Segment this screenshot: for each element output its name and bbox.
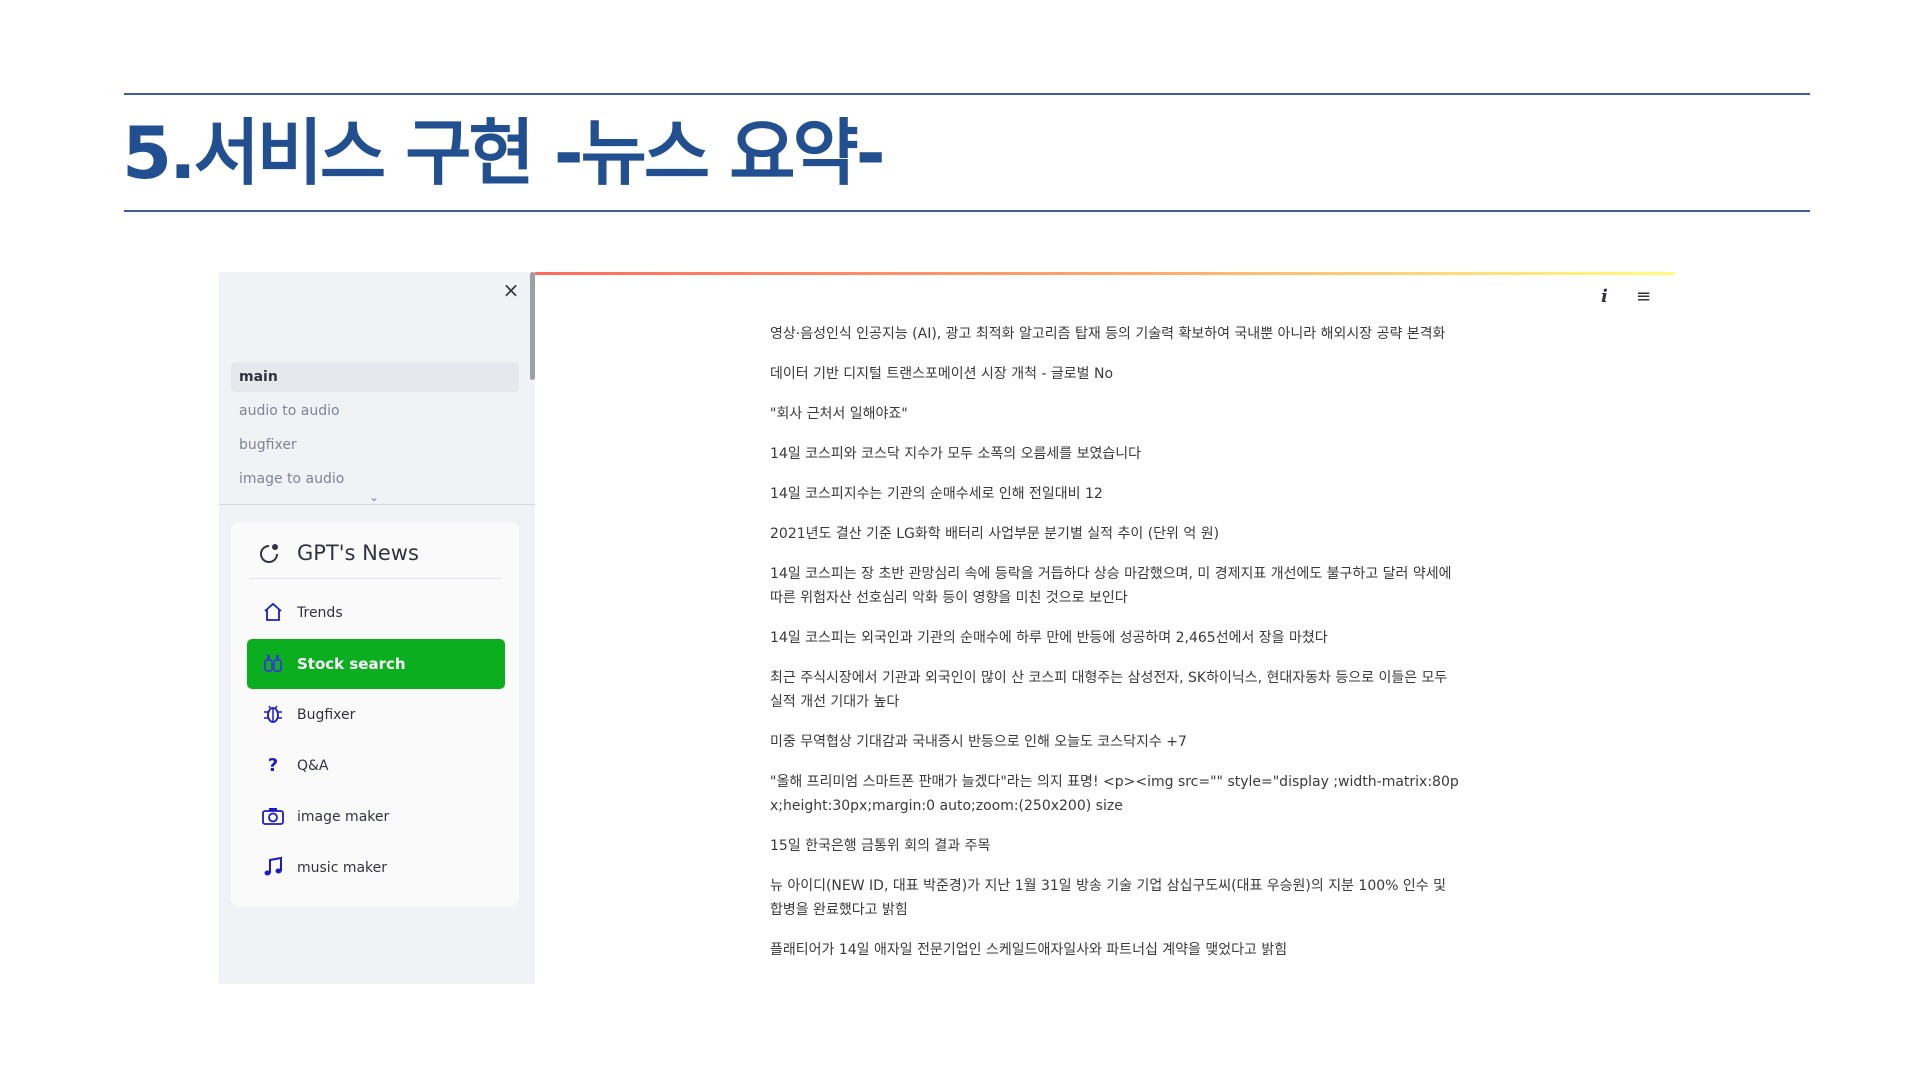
news-item: 14일 코스피지수는 기관의 순매수세로 인해 전일대비 12 — [770, 486, 1103, 502]
news-item: 미중 무역협상 기대감과 국내증시 반등으로 인해 오늘도 코스닥지수 +7 — [770, 734, 1187, 750]
music-note-icon — [261, 856, 285, 880]
camera-icon — [261, 805, 285, 829]
news-item: 14일 코스피는 장 초반 관망심리 속에 등락을 거듭하다 상승 마감했으며,… — [770, 566, 1452, 606]
news-item: 14일 코스피는 외국인과 기관의 순매수에 하루 만에 반등에 성공하며 2,… — [770, 630, 1328, 646]
news-item: 영상·음성인식 인공지능 (AI), 광고 최적화 알고리즘 탑재 등의 기술력… — [770, 326, 1446, 342]
option-menu: GPT's News Trends Stock search Bugfixer … — [231, 522, 519, 907]
question-icon: ? — [267, 755, 279, 776]
page-link-bugfixer[interactable]: bugfixer — [231, 430, 519, 460]
main-content: i ≡ 영상·음성인식 인공지능 (AI), 광고 최적화 알고리즘 탑재 등의… — [535, 272, 1675, 984]
menu-item-label: Q&A — [297, 758, 329, 774]
news-item: 14일 코스피와 코스닥 지수가 모두 소폭의 오름세를 보였습니다 — [770, 446, 1141, 462]
menu-item-label: Trends — [297, 605, 343, 621]
menu-item-label: music maker — [297, 860, 388, 876]
news-item: 뉴 아이디(NEW ID, 대표 박준경)가 지난 1월 31일 방송 기술 기… — [770, 878, 1446, 918]
news-item: 데이터 기반 디지털 트랜스포메이션 시장 개척 - 글로벌 No — [770, 366, 1114, 382]
slide-title: 5.서비스 구현 -뉴스 요약- — [122, 111, 886, 195]
hamburger-menu-icon[interactable]: ≡ — [1636, 286, 1651, 307]
menu-item-music-maker[interactable]: music maker — [247, 843, 505, 893]
menu-item-image-maker[interactable]: image maker — [247, 792, 505, 842]
close-sidebar-button[interactable]: × — [501, 280, 521, 300]
title-rule-top — [124, 93, 1810, 95]
menu-item-label: Stock search — [297, 655, 406, 673]
info-icon[interactable]: i — [1601, 286, 1608, 307]
binoculars-icon — [261, 652, 285, 676]
sidebar: × main audio to audio bugfixer image to … — [219, 272, 535, 984]
menu-item-trends[interactable]: Trends — [247, 588, 505, 638]
menu-item-stock-search[interactable]: Stock search — [247, 639, 505, 689]
page-link-main[interactable]: main — [231, 362, 519, 392]
news-item: 2021년도 결산 기준 LG화학 배터리 사업부문 분기별 실적 추이 (단위… — [770, 526, 1220, 542]
sidebar-divider — [219, 504, 535, 505]
menu-title: GPT's News — [297, 541, 419, 565]
page-nav: main audio to audio bugfixer image to au… — [231, 362, 519, 498]
menu-item-label: image maker — [297, 809, 390, 825]
news-summary-list: 영상·음성인식 인공지능 (AI), 광고 최적화 알고리즘 탑재 등의 기술력… — [770, 322, 1460, 978]
menu-header: GPT's News — [249, 536, 501, 579]
app-screenshot: × main audio to audio bugfixer image to … — [219, 272, 1675, 984]
menu-item-bugfixer[interactable]: Bugfixer — [247, 690, 505, 740]
chat-dot-icon — [257, 542, 281, 566]
menu-item-label: Bugfixer — [297, 707, 356, 723]
news-item: 최근 주식시장에서 기관과 외국인이 많이 산 코스피 대형주는 삼성전자, S… — [770, 670, 1448, 710]
news-item: 15일 한국은행 금통위 회의 결과 주목 — [770, 838, 991, 854]
menu-item-qa[interactable]: ? Q&A — [247, 741, 505, 791]
page-link-audio-to-audio[interactable]: audio to audio — [231, 396, 519, 426]
header-decoration — [535, 272, 1675, 275]
house-icon — [261, 601, 285, 625]
news-item: "올해 프리미엄 스마트폰 판매가 늘겠다"라는 의지 표명! <p><img … — [770, 774, 1459, 814]
news-item: "회사 근처서 일해야죠" — [770, 406, 908, 422]
bug-icon — [261, 703, 285, 727]
news-item: 플래티어가 14일 애자일 전문기업인 스케일드애자일사와 파트너십 계약을 맺… — [770, 942, 1288, 958]
expand-pages-chevron-icon[interactable]: ⌄ — [369, 490, 379, 504]
title-rule-bottom — [124, 210, 1810, 212]
